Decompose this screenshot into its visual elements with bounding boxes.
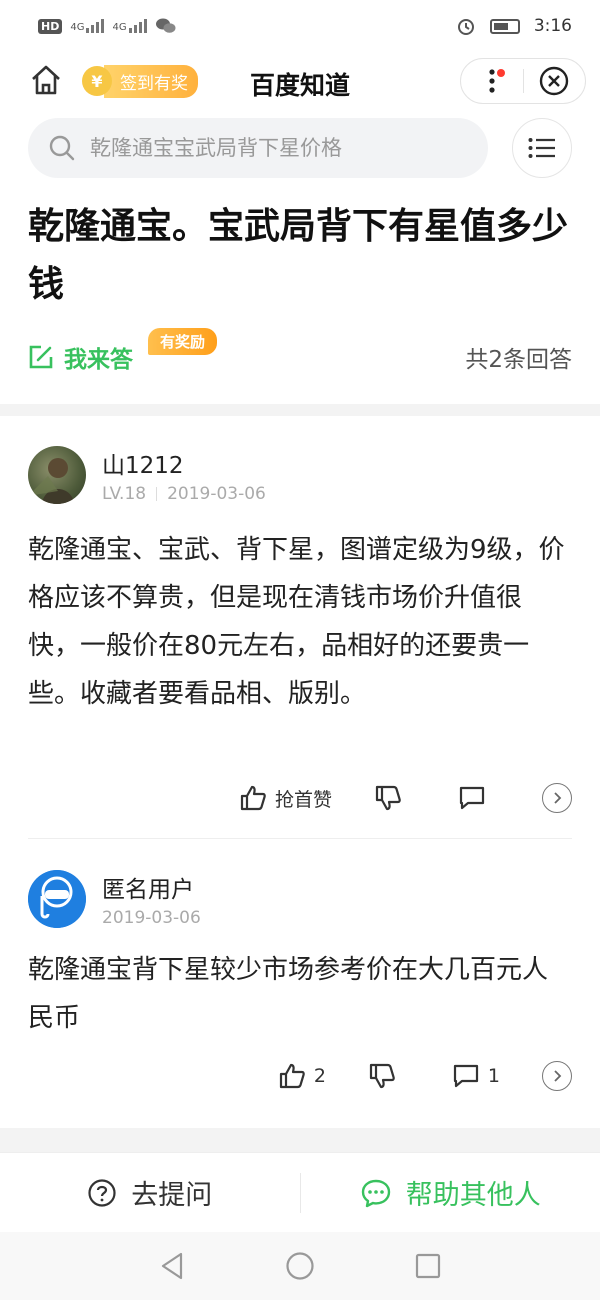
- thumbs-down-icon: [375, 785, 401, 811]
- more-vertical-icon: [489, 69, 495, 93]
- help-others-button[interactable]: 帮助其他人: [301, 1153, 600, 1232]
- list-menu-icon: [528, 138, 555, 158]
- answer-actions: 抢首赞: [28, 778, 572, 818]
- hd-indicator: HD: [38, 18, 63, 34]
- notification-dot: [496, 69, 505, 77]
- answer-text: 乾隆通宝、宝武、背下星，图谱定级为9级，价格应该不算贵，但是现在清钱市场价升值很…: [28, 535, 565, 709]
- dislike-button[interactable]: [368, 1062, 396, 1090]
- network-type-2: 4G: [112, 22, 127, 33]
- comment-button[interactable]: [458, 785, 486, 811]
- like-button[interactable]: 抢首赞: [239, 784, 332, 812]
- search-icon: [49, 135, 75, 161]
- menu-button[interactable]: [512, 118, 572, 178]
- answer-item: 山1212 LV.18 2019-03-06 乾隆通宝、宝武、背下星，图谱定级为…: [28, 446, 572, 826]
- thumbs-down-icon: [369, 1063, 395, 1089]
- network-type-1: 4G: [70, 22, 85, 33]
- recents-icon[interactable]: [415, 1253, 441, 1279]
- answer-meta: 2019-03-06: [102, 908, 201, 928]
- comment-icon: [453, 1064, 479, 1088]
- signal-icon: 4G: [112, 19, 147, 33]
- search-row: [0, 118, 600, 180]
- answer-count: 共2条回答: [465, 347, 572, 373]
- user-level: LV.18: [102, 484, 147, 504]
- status-right: 3:16: [456, 16, 572, 36]
- section-divider: [0, 1128, 600, 1152]
- username: 匿名用户: [102, 877, 194, 903]
- chat-bubble-icon: [361, 1179, 390, 1207]
- ask-question-button[interactable]: 去提问: [0, 1153, 300, 1232]
- answer-text: 乾隆通宝背下星较少市场参考价在大几百元人民币: [28, 955, 549, 1033]
- clock: 3:16: [533, 16, 572, 36]
- answer-button[interactable]: 我来答 有奖励: [28, 328, 218, 374]
- like-count: 2: [313, 1065, 326, 1087]
- edit-icon: [29, 345, 53, 369]
- chevron-right-icon: [554, 1070, 562, 1082]
- like-button[interactable]: 2: [278, 1062, 326, 1090]
- answer-button-label: 我来答: [64, 347, 133, 373]
- answer-meta: LV.18 2019-03-06: [102, 484, 266, 504]
- question-circle-icon: [88, 1178, 116, 1207]
- close-button[interactable]: [523, 59, 585, 103]
- search-input[interactable]: [90, 136, 470, 160]
- like-label: 抢首赞: [274, 788, 332, 811]
- coin-icon: ¥: [82, 66, 112, 96]
- answer-date: 2019-03-06: [102, 908, 201, 928]
- answer-actions: 2 1: [28, 1056, 572, 1096]
- alarm-icon: [457, 19, 474, 35]
- question-title: 乾隆通宝。宝武局背下有星值多少钱: [28, 206, 569, 305]
- mini-program-capsule: [460, 58, 586, 104]
- thumbs-up-icon: [279, 1063, 305, 1089]
- username[interactable]: 山1212: [102, 446, 184, 480]
- comment-count: 1: [487, 1065, 500, 1087]
- thumbs-up-icon: [240, 785, 266, 811]
- wechat-icon: [155, 18, 176, 33]
- expand-button[interactable]: [542, 1061, 572, 1091]
- search-box[interactable]: [28, 118, 488, 178]
- back-icon[interactable]: [159, 1251, 185, 1281]
- help-label: 帮助其他人: [405, 1180, 541, 1211]
- home-circle-icon[interactable]: [285, 1251, 315, 1281]
- comment-icon: [459, 786, 485, 810]
- answer-date: 2019-03-06: [167, 484, 266, 504]
- battery-icon: [489, 18, 520, 34]
- bottom-action-bar: 去提问 帮助其他人: [0, 1152, 600, 1232]
- status-left: HD 4G 4G: [38, 17, 177, 35]
- avatar[interactable]: [28, 870, 86, 928]
- close-icon: [540, 66, 569, 96]
- anonymous-avatar-icon: [28, 870, 86, 928]
- status-bar: HD 4G 4G 3:16: [0, 0, 600, 52]
- more-button[interactable]: [461, 59, 523, 103]
- section-divider: [0, 404, 600, 416]
- ask-label: 去提问: [131, 1180, 213, 1211]
- home-button[interactable]: [28, 62, 64, 98]
- top-navigation: ¥ 签到有奖 百度知道: [0, 52, 600, 112]
- signin-label: 签到有奖: [104, 64, 198, 98]
- comment-button[interactable]: 1: [452, 1063, 500, 1089]
- signin-reward-button[interactable]: ¥ 签到有奖: [82, 64, 198, 98]
- meta-separator: [156, 487, 158, 501]
- dislike-button[interactable]: [374, 784, 402, 812]
- answer-divider: [28, 838, 572, 839]
- avatar-image: [28, 458, 74, 504]
- expand-button[interactable]: [542, 783, 572, 813]
- home-icon: [32, 65, 60, 95]
- question-actions: 我来答 有奖励 共2条回答: [28, 328, 572, 382]
- answer-item: 匿名用户 2019-03-06 乾隆通宝背下星较少市场参考价在大几百元人民币 2…: [28, 870, 572, 1106]
- reward-badge: 有奖励: [148, 328, 218, 355]
- chevron-right-icon: [554, 792, 562, 804]
- signal-icon: 4G: [70, 19, 105, 33]
- avatar[interactable]: [28, 446, 86, 504]
- system-navigation-bar: [0, 1232, 600, 1300]
